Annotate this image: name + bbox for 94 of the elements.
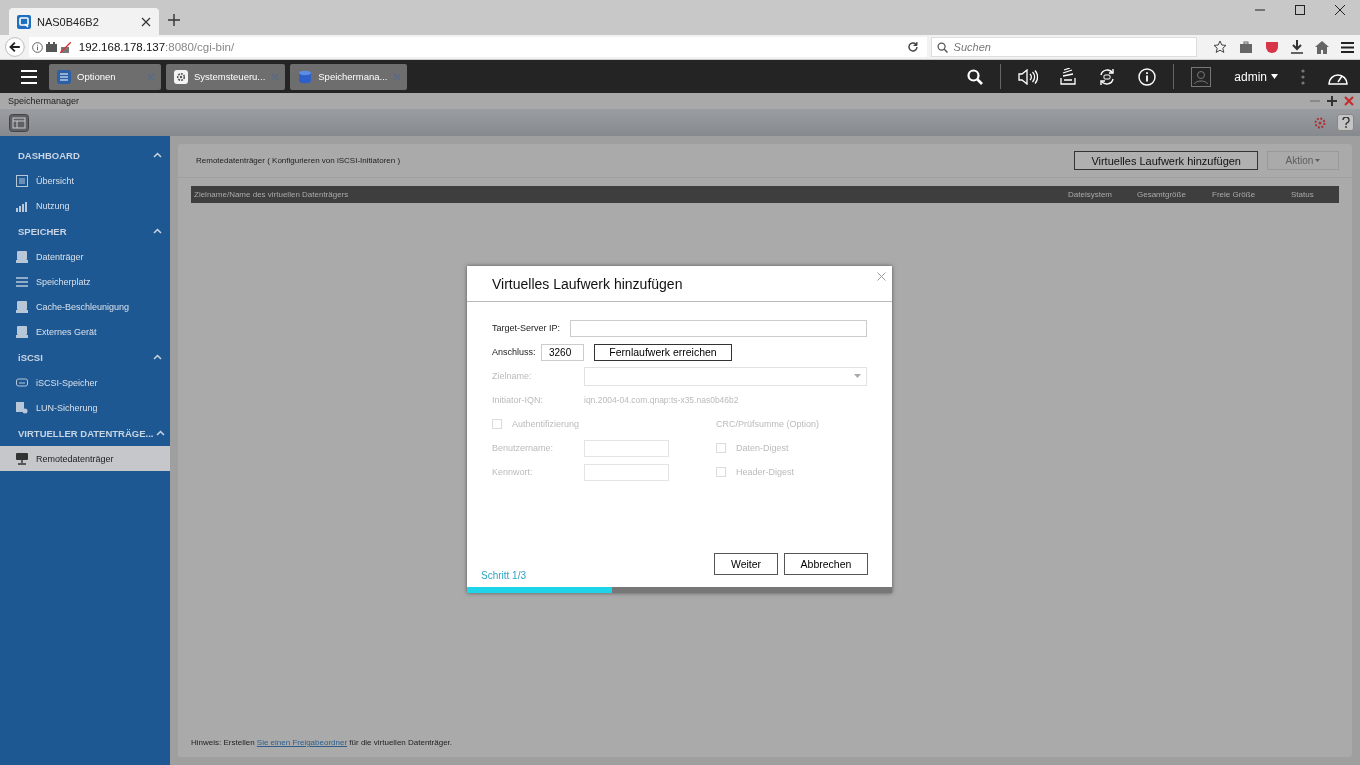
app-tab[interactable]: Optionen (49, 63, 161, 90)
avatar-icon[interactable] (1191, 66, 1212, 87)
search-icon[interactable] (967, 68, 984, 85)
caret-icon (854, 374, 861, 378)
field-label: Benutzername: (492, 443, 555, 453)
sidebar-item[interactable]: Speicherplatz (0, 269, 170, 294)
info-icon[interactable] (1138, 67, 1157, 86)
more-icon[interactable] (1301, 68, 1305, 85)
plus-icon[interactable] (1327, 96, 1337, 106)
gear-icon (174, 69, 188, 84)
reload-icon[interactable] (906, 41, 919, 53)
next-button[interactable]: Weiter (714, 553, 778, 575)
sync-icon[interactable] (1098, 67, 1117, 86)
tab-title: NAS0B46B2 (37, 15, 100, 28)
connect-button[interactable]: Fernlaufwerk erreichen (594, 343, 732, 361)
close-icon[interactable] (1334, 4, 1346, 16)
monitor-icon (16, 452, 28, 465)
sidebar-item[interactable]: Externes Gerät (0, 319, 170, 344)
close-icon[interactable] (141, 16, 151, 27)
browser-tab[interactable]: NAS0B46B2 (9, 8, 159, 35)
sidebar-toggle-icon[interactable] (9, 113, 29, 132)
sidebar-item[interactable]: Datenträger (0, 244, 170, 269)
help-icon (1341, 117, 1350, 128)
cancel-button[interactable]: Abbrechen (784, 553, 868, 575)
field-label: Anschluss: (492, 347, 535, 357)
app-logo-icon (17, 14, 31, 29)
drive-icon (16, 325, 28, 338)
sliders-icon (57, 69, 71, 84)
checkbox-label: Header-Digest (736, 467, 795, 477)
sidebar-section-title: iSCSI (18, 351, 43, 363)
home-icon[interactable] (1315, 40, 1329, 54)
back-icon[interactable] (5, 37, 25, 57)
panel-title: Remotedatenträger ( Konfigurieren von iSCSI-Initiatoren ) (196, 156, 401, 165)
help-button[interactable] (1337, 114, 1354, 131)
checkbox-label: Daten-Digest (736, 443, 789, 453)
sidebar-section-title: VIRTUELLER DATENTRÄGE... (18, 427, 154, 439)
port-input-field[interactable]: 3260 (541, 343, 584, 361)
list-icon (16, 275, 28, 288)
dialog-title: Virtuelles Laufwerk hinzufügen (492, 275, 683, 292)
sidebar-item[interactable]: LUN-Sicherung (0, 395, 170, 420)
sidebar-item[interactable]: Nutzung (0, 193, 170, 218)
maximize-icon[interactable] (1294, 4, 1306, 16)
info-icon (31, 41, 43, 53)
ip-input-field[interactable] (570, 319, 867, 337)
share-folder-link[interactable]: Sie einen Freigabeordner (256, 738, 348, 747)
window-title: Speichermanager (8, 96, 80, 106)
chevron-icon[interactable] (153, 152, 162, 158)
search-field[interactable]: Suchen (930, 37, 1197, 57)
drive-icon (16, 376, 28, 389)
column-header[interactable]: Gesamtgröße (1137, 190, 1212, 199)
database-icon (298, 69, 313, 84)
sidebar-section-title: SPEICHER (18, 225, 67, 237)
address-field[interactable]: 192.168.178.137:8080/cgi-bin/ (28, 37, 927, 57)
insecure-lock-icon (59, 41, 71, 53)
section-label: CRC/Prüfsumme (Option) (716, 419, 820, 429)
briefcase-icon[interactable] (1239, 40, 1253, 54)
url-text: 192.168.178.137:8080/cgi-bin/ (78, 41, 236, 53)
stack-icon[interactable] (1060, 68, 1077, 85)
dashboard-icon (16, 174, 28, 187)
column-header[interactable]: Freie Größe (1212, 190, 1291, 199)
download-icon[interactable] (1291, 40, 1303, 54)
field-label: Zielname: (492, 371, 533, 381)
field-label: Kennwort: (492, 467, 534, 477)
sidebar-item[interactable]: Übersicht (0, 168, 170, 193)
column-header[interactable]: Status (1291, 190, 1339, 199)
speaker-icon[interactable] (1018, 68, 1039, 85)
search-icon (936, 41, 948, 53)
menu-icon[interactable] (1341, 41, 1354, 53)
add-drive-button[interactable]: Virtuelles Laufwerk hinzufügen (1074, 151, 1258, 170)
chevron-icon[interactable] (153, 354, 162, 360)
new-tab-icon[interactable] (168, 14, 180, 26)
bar-chart-icon (16, 199, 28, 212)
sidebar-item[interactable]: Cache-Beschleunigung (0, 294, 170, 319)
caret-icon (1271, 74, 1278, 79)
drive-icon (16, 300, 28, 313)
field-label: Target-Server IP: (492, 323, 562, 333)
sidebar-section-title: DASHBOARD (18, 149, 80, 161)
column-header[interactable]: Zielname/Name des virtuellen Datenträgers (194, 190, 1068, 199)
sidebar-item[interactable]: Remotedatenträger (0, 446, 170, 471)
hint-text: Hinweis: Erstellen Sie einen Freigabeordner für die virtuellen Datenträger. (191, 738, 454, 747)
app-tab[interactable]: Speichermana... (290, 63, 408, 90)
checkbox-label: Authentifizierung (512, 419, 580, 429)
chevron-icon[interactable] (153, 228, 162, 234)
app-tab[interactable]: Systemsteueru... (166, 63, 286, 90)
sidebar-item[interactable]: iSCSI-Speicher (0, 370, 170, 395)
chevron-icon[interactable] (156, 430, 166, 436)
iqn-value: iqn.2004-04.com.qnap:ts-x35.nas0b46b2 (584, 395, 739, 405)
caret-icon (1315, 159, 1321, 162)
user-menu-button[interactable]: admin (1222, 69, 1290, 84)
field-label: Initiator-IQN: (492, 395, 544, 405)
step-indicator: Schritt 1/3 (481, 570, 527, 581)
shield-icon[interactable] (1265, 40, 1279, 54)
column-header[interactable]: Dateisystem (1068, 190, 1137, 199)
star-icon[interactable] (1213, 40, 1227, 54)
